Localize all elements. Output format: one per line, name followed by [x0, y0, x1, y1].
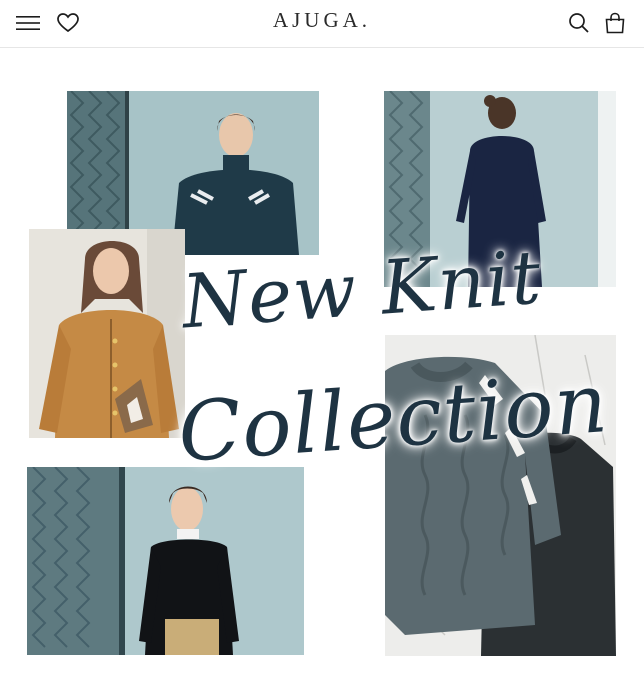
photo-black-knit-top: [27, 467, 304, 655]
photo-camel-cardigan: [29, 229, 185, 438]
shopping-bag-icon: [605, 12, 625, 34]
cart-button[interactable]: [602, 10, 628, 36]
site-header: AJUGA.: [0, 0, 644, 48]
search-icon: [569, 13, 589, 33]
hero-banner[interactable]: New Knit Collection: [0, 49, 644, 696]
search-button[interactable]: [566, 10, 592, 36]
brand-logo[interactable]: AJUGA.: [0, 8, 644, 33]
